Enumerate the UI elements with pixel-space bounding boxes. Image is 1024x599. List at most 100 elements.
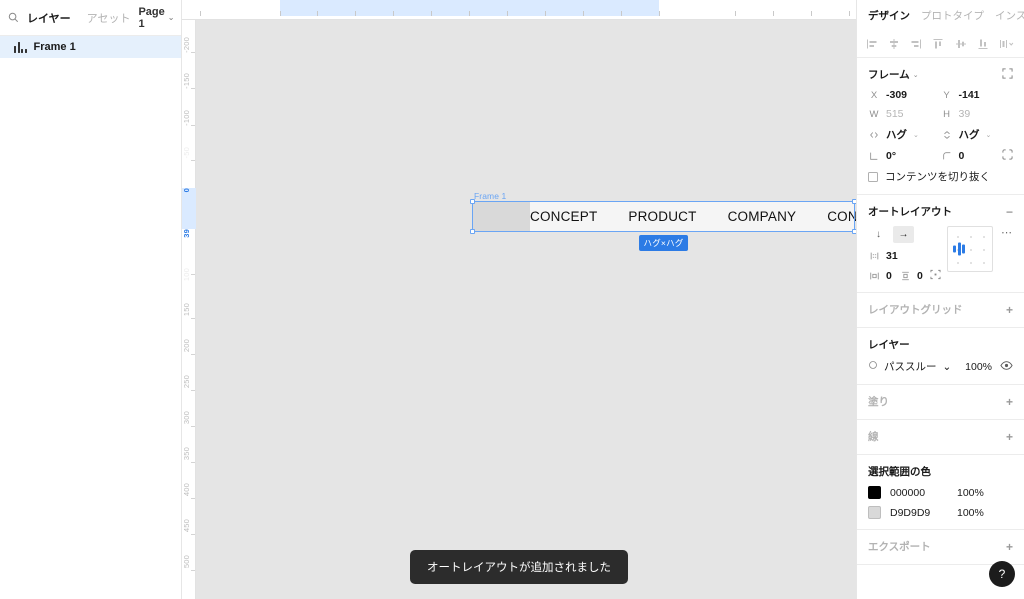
ruler-label: -50 (182, 147, 191, 159)
align-vertical-center-icon[interactable] (955, 38, 967, 50)
collapse-icon[interactable] (1002, 68, 1013, 81)
horizontal-ruler[interactable] (182, 0, 856, 20)
figma-window: レイヤー アセット Page 1 ⌄ Frame 1 Frame 1 CONCE… (0, 0, 1024, 599)
vertical-ruler[interactable]: -200 -150 -100 -50 0 39 100 150 200 250 … (182, 0, 196, 599)
alignment-grid-widget[interactable] (947, 226, 993, 272)
blend-mode-field[interactable]: パススルー ⌄ (868, 359, 965, 374)
canvas-area[interactable]: Frame 1 CONCEPT PRODUCT COMPANY CONTACT … (182, 0, 856, 599)
gap-field[interactable]: 31 (868, 250, 941, 262)
frame-section-title: フレーム (868, 69, 910, 81)
rotation-icon (868, 151, 880, 161)
page-selector[interactable]: Page 1 ⌄ (138, 6, 178, 30)
ruler-label: 500 (182, 555, 191, 569)
add-layout-grid-button[interactable]: + (1006, 304, 1013, 316)
horizontal-resizing-value: ハグ (886, 129, 907, 141)
horizontal-resizing-field[interactable]: ハグ ⌄ (868, 127, 941, 142)
width-label: W (869, 108, 879, 120)
vertical-resizing-field[interactable]: ハグ ⌄ (941, 127, 1014, 142)
align-top-icon[interactable] (932, 38, 944, 50)
resize-handle-top-left[interactable] (470, 199, 475, 204)
height-field[interactable]: H 39 (941, 108, 1014, 120)
selection-color-row[interactable]: 000000 100% (868, 486, 1013, 499)
layout-grid-header: レイアウトグリッド + (868, 302, 1013, 317)
autolayout-more-button[interactable]: ⋯ (1001, 226, 1013, 239)
toast-notification: オートレイアウトが追加されました (410, 550, 628, 584)
align-horizontal-center-icon[interactable] (888, 38, 900, 50)
corner-radius-field[interactable]: 0 (941, 150, 999, 162)
nav-item-concept[interactable]: CONCEPT (530, 209, 597, 224)
help-button[interactable]: ? (989, 561, 1015, 587)
remove-autolayout-button[interactable]: − (1006, 206, 1013, 218)
stroke-section-header: 線 + (868, 429, 1013, 444)
y-value: -141 (958, 89, 980, 101)
padding-horizontal-field[interactable]: 0 (868, 270, 899, 282)
add-export-button[interactable]: + (1006, 541, 1013, 553)
padding-horizontal-icon (868, 271, 880, 281)
nav-item-product[interactable]: PRODUCT (628, 209, 696, 224)
corner-radius-value: 0 (958, 149, 965, 162)
logo-rectangle[interactable] (473, 202, 530, 231)
layer-item-frame-1[interactable]: Frame 1 (0, 36, 181, 58)
opacity-value[interactable]: 100% (965, 361, 992, 373)
ruler-label: 350 (182, 447, 191, 461)
independent-corners-icon[interactable] (1002, 149, 1013, 162)
rotation-field[interactable]: 0° (868, 150, 941, 162)
layer-section-header: レイヤー (868, 337, 1013, 352)
resize-handle-bottom-left[interactable] (470, 229, 475, 234)
color-swatch[interactable] (868, 506, 881, 519)
export-section: エクスポート + (857, 530, 1024, 565)
frame-size-row: W 515 H 39 (868, 108, 1013, 120)
search-icon[interactable] (8, 9, 19, 27)
add-stroke-button[interactable]: + (1006, 431, 1013, 443)
gap-icon (868, 251, 880, 261)
tab-assets[interactable]: アセット (79, 6, 139, 30)
x-field[interactable]: X -309 (868, 89, 941, 101)
tab-prototype[interactable]: プロトタイプ (921, 8, 984, 23)
direction-row: ↓ → (868, 226, 941, 243)
selection-color-row[interactable]: D9D9D9 100% (868, 506, 1013, 519)
distribute-icon[interactable] (999, 38, 1015, 50)
padding-vertical-field[interactable]: 0 (899, 270, 930, 282)
x-value: -309 (886, 89, 908, 101)
align-left-icon[interactable] (866, 38, 878, 50)
canvas-background[interactable]: Frame 1 CONCEPT PRODUCT COMPANY CONTACT … (196, 20, 856, 599)
chevron-down-icon: ⌄ (913, 131, 919, 139)
layer-section-title: レイヤー (868, 339, 910, 351)
clip-content-row[interactable]: コンテンツを切り抜く (868, 169, 1013, 184)
frame-box[interactable]: CONCEPT PRODUCT COMPANY CONTACT (470, 199, 856, 234)
color-swatch[interactable] (868, 486, 881, 499)
direction-vertical-button[interactable]: ↓ (868, 226, 889, 243)
frame-position-row: X -309 Y -141 (868, 89, 1013, 101)
y-field[interactable]: Y -141 (941, 89, 1014, 101)
tab-layers[interactable]: レイヤー (19, 6, 79, 30)
autolayout-controls: ↓ → 31 0 0 (868, 226, 941, 282)
tab-inspect[interactable]: インスペクト (995, 8, 1024, 23)
chevron-down-icon: ⌄ (985, 131, 992, 139)
chevron-down-icon: ⌄ (942, 360, 952, 373)
nav-item-company[interactable]: COMPANY (728, 209, 797, 224)
eye-icon[interactable] (1000, 360, 1013, 374)
autolayout-section: オートレイアウト − ↓ → 31 0 0 ⋯ (857, 195, 1024, 293)
frame-name-label[interactable]: Frame 1 (474, 191, 506, 201)
clip-content-checkbox[interactable] (868, 171, 878, 182)
advanced-layout-icon[interactable] (930, 269, 941, 282)
selection-colors-header: 選択範囲の色 (868, 464, 1013, 479)
add-fill-button[interactable]: + (1006, 396, 1013, 408)
left-sidebar: レイヤー アセット Page 1 ⌄ Frame 1 (0, 0, 182, 599)
ruler-label: 400 (182, 483, 191, 497)
ruler-label: 200 (182, 339, 191, 353)
autolayout-section-header: オートレイアウト − (868, 204, 1013, 219)
nav-item-contact[interactable]: CONTACT (827, 209, 856, 224)
padding-vertical-icon (899, 271, 911, 281)
ruler-label-height: 39 (182, 229, 191, 238)
align-right-icon[interactable] (910, 38, 922, 50)
selected-frame[interactable]: Frame 1 CONCEPT PRODUCT COMPANY CONTACT … (470, 191, 856, 251)
padding-row: 0 0 (868, 269, 941, 282)
tab-design[interactable]: デザイン (868, 8, 910, 23)
blend-mode-value: パススルー (884, 361, 937, 373)
frame-section-title-group[interactable]: フレーム ⌄ (868, 67, 919, 82)
direction-horizontal-button[interactable]: → (893, 226, 914, 243)
align-bottom-icon[interactable] (977, 38, 989, 50)
width-field[interactable]: W 515 (868, 108, 941, 120)
autolayout-section-title: オートレイアウト (868, 206, 952, 218)
